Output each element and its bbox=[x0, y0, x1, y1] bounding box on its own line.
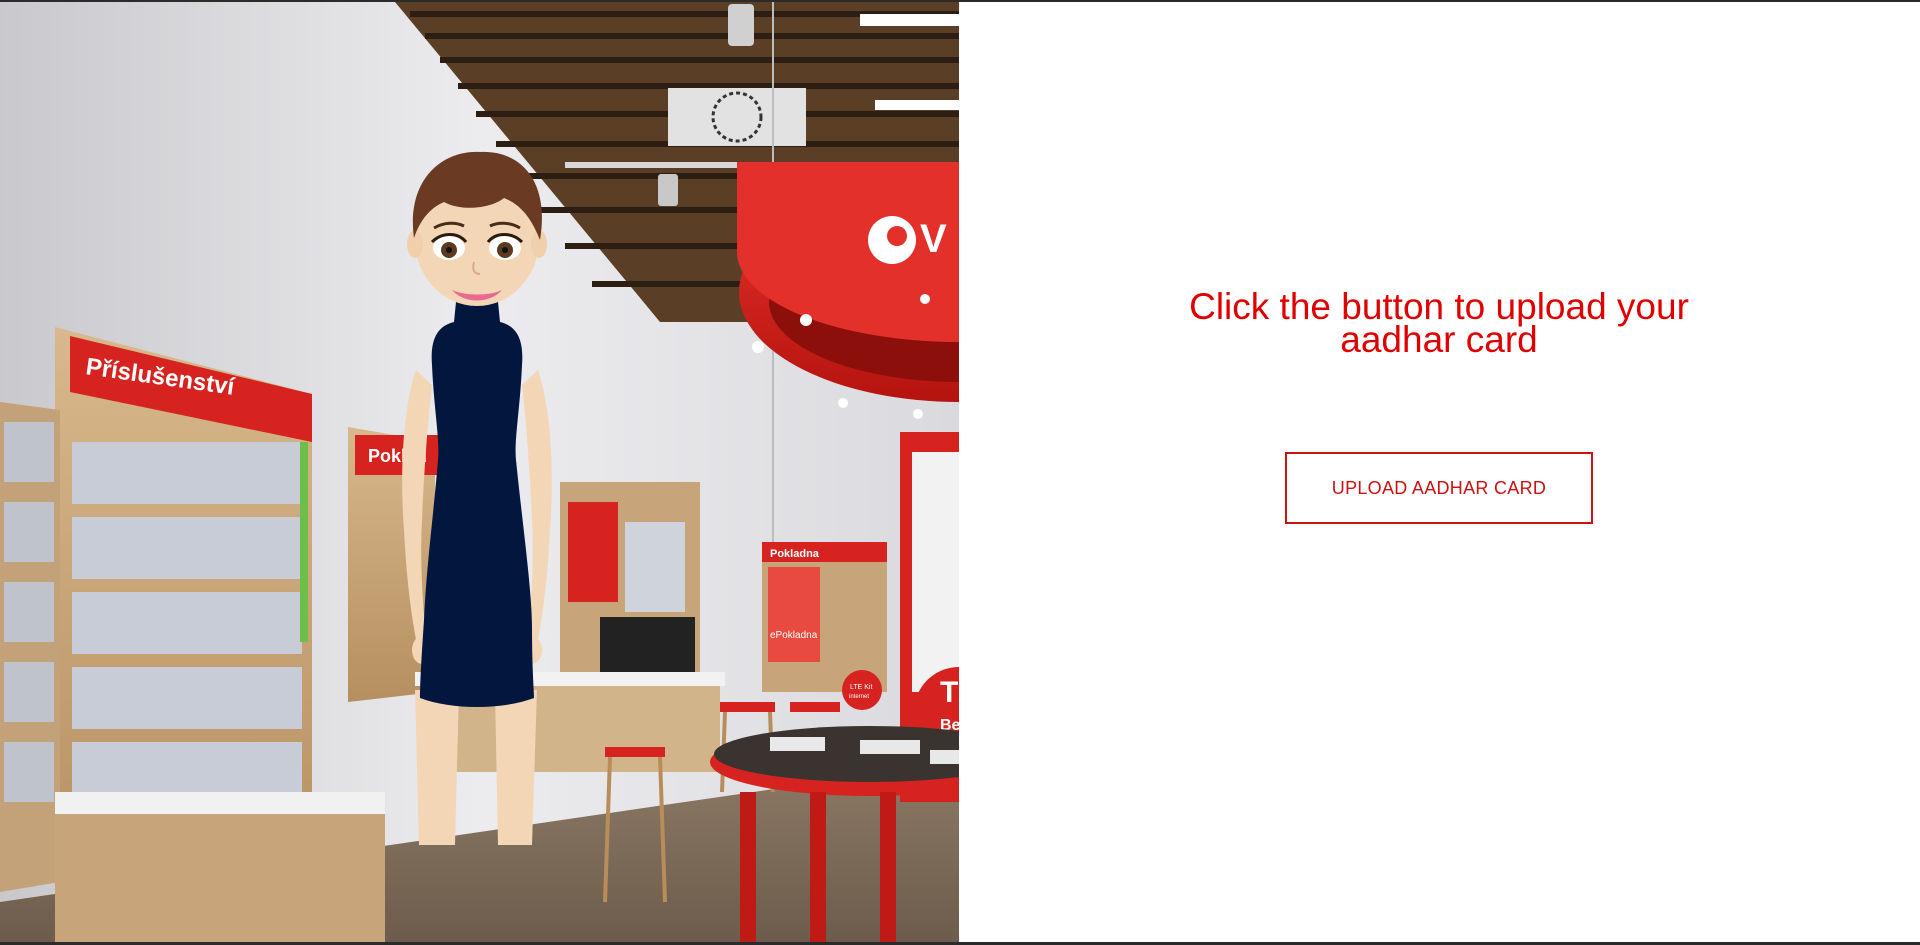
lte-badge-line2: internet bbox=[849, 694, 869, 700]
epokladna-label: ePokladna bbox=[770, 630, 818, 641]
assistant-avatar-icon bbox=[402, 151, 552, 845]
lte-badge-line1: LTE Kit bbox=[850, 684, 872, 691]
upload-instruction-line2: aadhar card bbox=[1340, 319, 1538, 360]
checkout-sign: Pokladna bbox=[770, 548, 820, 560]
brand-sign-partial: V bbox=[920, 217, 947, 261]
promo-text-partial: T bbox=[940, 676, 958, 709]
upload-aadhar-card-button[interactable]: UPLOAD AADHAR CARD bbox=[1285, 452, 1593, 524]
upload-instruction: Click the button to upload your aadhar c… bbox=[1119, 288, 1759, 358]
upload-panel: Click the button to upload your aadhar c… bbox=[959, 2, 1920, 942]
store-background-image: Příslušenství Poklad Pokladna ePokladna … bbox=[0, 2, 959, 942]
app-window: Příslušenství Poklad Pokladna ePokladna … bbox=[0, 0, 1920, 945]
